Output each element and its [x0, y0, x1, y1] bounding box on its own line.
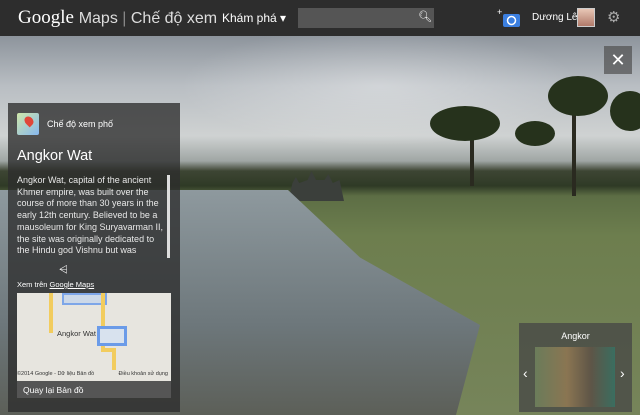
google-maps-logo[interactable]: Google Maps | Chế độ xem	[18, 7, 217, 29]
avatar[interactable]	[577, 8, 595, 27]
map-footer: ©2014 Google - Dữ liệu Bản đồ Điều khoản …	[17, 371, 171, 377]
photo-carousel: Angkor ‹ ›	[519, 323, 632, 412]
palm-tree	[548, 76, 608, 116]
svg-text:+: +	[497, 8, 502, 17]
logo-google: Google	[18, 7, 74, 28]
gear-icon[interactable]: ⚙	[607, 8, 620, 26]
share-icon[interactable]: ⩤	[59, 264, 68, 277]
search-input[interactable]	[298, 8, 434, 28]
maps-pin-icon	[17, 113, 39, 135]
angkor-wat-marker	[97, 326, 127, 346]
map-place-label: Angkor Wat	[57, 329, 96, 338]
user-name[interactable]: Dương Lê	[532, 12, 578, 23]
street-view-label: Chế độ xem phố	[47, 119, 114, 129]
close-button[interactable]: ✕	[604, 46, 632, 74]
google-maps-link[interactable]: Google Maps	[50, 280, 95, 289]
top-bar: Google Maps | Chế độ xem Khám phá ▾ 🔍︎ +…	[0, 0, 640, 36]
info-card: Chế độ xem phố Angkor Wat Angkor Wat, ca…	[8, 103, 180, 412]
place-title: Angkor Wat	[17, 148, 93, 164]
description-scrollbar[interactable]	[167, 175, 170, 258]
place-description: Angkor Wat, capital of the ancient Khmer…	[17, 175, 164, 257]
chevron-right-icon[interactable]: ›	[620, 365, 625, 381]
add-photo-camera-icon[interactable]: +	[497, 8, 521, 28]
chevron-left-icon[interactable]: ‹	[523, 365, 528, 381]
logo-maps: Maps	[78, 10, 118, 27]
map-terms-link[interactable]: Điều khoản sử dụng	[118, 371, 168, 377]
map-copyright: ©2014 Google - Dữ liệu Bản đồ	[17, 371, 95, 377]
mini-map[interactable]: Angkor Wat ©2014 Google - Dữ liệu Bản đồ…	[17, 293, 171, 381]
view-on-prefix: Xem trên	[17, 280, 50, 289]
temple-silhouette	[288, 171, 344, 201]
view-on-google-maps: Xem trên Google Maps	[17, 280, 94, 289]
carousel-thumbnail[interactable]	[535, 347, 615, 407]
explore-dropdown[interactable]: Khám phá ▾	[222, 11, 286, 25]
palm-tree	[430, 106, 500, 141]
map-road	[49, 293, 53, 333]
back-to-map-button[interactable]: Quay lại Bản đồ	[17, 381, 171, 398]
palm-tree	[610, 91, 640, 131]
palm-tree	[515, 121, 555, 146]
mode-label: Chế độ xem	[130, 10, 218, 27]
search-icon[interactable]: 🔍︎	[418, 10, 432, 23]
carousel-title: Angkor	[561, 331, 590, 341]
map-road	[112, 348, 116, 370]
